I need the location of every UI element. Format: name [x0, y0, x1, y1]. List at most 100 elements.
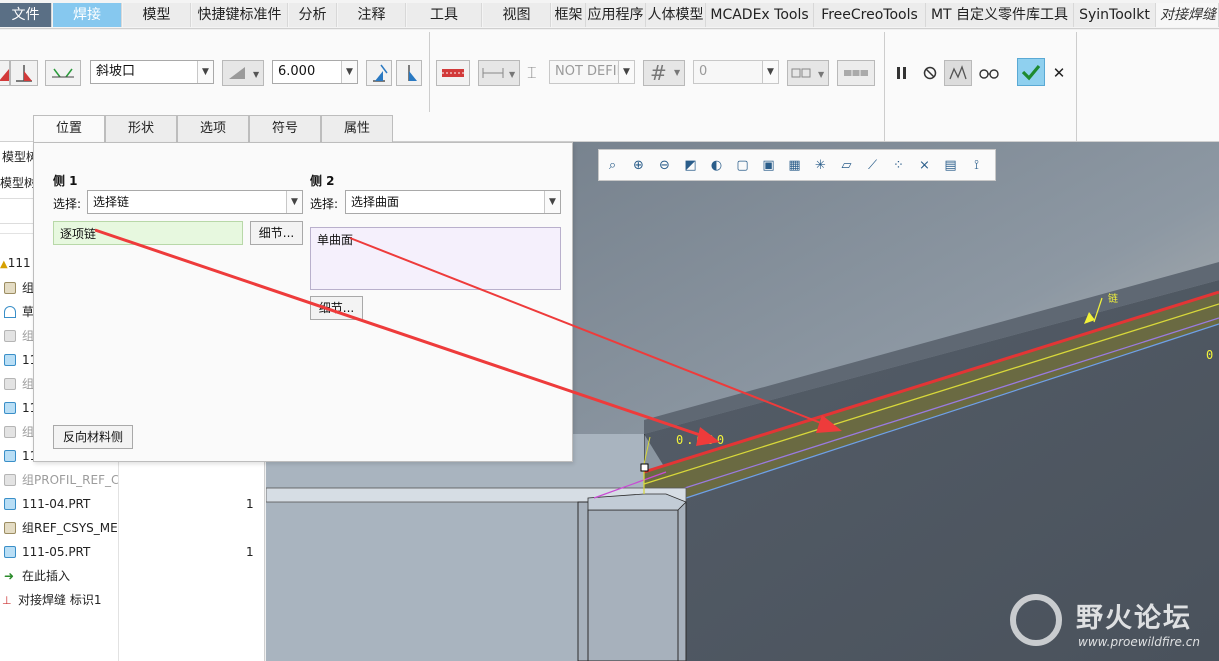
weld-bevel-button[interactable]	[396, 60, 422, 86]
flip-material-side-button[interactable]: 反向材料侧	[53, 425, 133, 449]
tab-placement[interactable]: 位置	[33, 115, 105, 144]
groove-type-button[interactable]	[45, 60, 81, 86]
tree-item-group[interactable]: 组PROFIL_REF_C	[0, 469, 118, 491]
insert-arrow-icon: ➜	[4, 569, 15, 583]
tab-manikin[interactable]: 人体模型	[646, 3, 706, 27]
tree-item-part[interactable]: 111-04.PRT	[0, 493, 118, 515]
tab-weld[interactable]: 焊接	[53, 3, 122, 27]
length-type-dropdown[interactable]: ▼	[478, 60, 520, 86]
side2-collector[interactable]: 单曲面	[310, 227, 561, 290]
tab-annotate[interactable]: 注释	[338, 3, 406, 27]
size-value-input[interactable]: 6.000 ▼	[272, 60, 358, 84]
intermittent-button[interactable]	[837, 60, 875, 86]
tab-file[interactable]: 文件	[0, 3, 52, 27]
size-type-dropdown[interactable]: ▼	[222, 60, 264, 86]
not-defined-value: NOT DEFIN	[555, 64, 627, 79]
flip-weld-button[interactable]	[366, 60, 392, 86]
refit-icon[interactable]: ⌕	[603, 156, 622, 175]
side1-collector[interactable]: 逐项链	[53, 221, 243, 245]
zoom-out-icon[interactable]: ⊖	[655, 156, 674, 175]
tab-properties[interactable]: 属性	[321, 115, 393, 142]
csys-display-icon[interactable]: ⨯	[915, 156, 934, 175]
ribbon-separator	[1076, 32, 1077, 142]
part-icon	[4, 546, 16, 558]
tab-freecreotools[interactable]: FreeCreoTools	[814, 3, 926, 27]
weld-bevel-icon	[408, 65, 417, 81]
tab-applications[interactable]: 应用程序	[586, 3, 646, 27]
weld-type-button-partial[interactable]	[0, 60, 10, 86]
zoom-in-icon[interactable]: ⊕	[629, 156, 648, 175]
perspective-icon[interactable]: ▦	[785, 156, 804, 175]
tab-view[interactable]: 视图	[483, 3, 551, 27]
group-icon	[4, 282, 16, 294]
tab-symbol[interactable]: 符号	[249, 115, 321, 142]
tree-item-count: 1	[246, 497, 254, 511]
reference-dropdown[interactable]: NOT DEFIN ▼	[549, 60, 635, 84]
pitch-icon: ▼	[791, 68, 825, 79]
ok-checkmark-button[interactable]	[1017, 58, 1045, 86]
tab-frame[interactable]: 框架	[552, 3, 586, 27]
tab-analysis[interactable]: 分析	[289, 3, 337, 27]
axis-display-icon[interactable]: ⟋	[863, 156, 882, 175]
glasses-icon	[979, 69, 999, 79]
tab-shape[interactable]: 形状	[105, 115, 177, 142]
side2-select-dropdown[interactable]: 选择曲面 ▼	[345, 190, 561, 214]
svg-text:▼: ▼	[509, 70, 516, 79]
placement-panel: 侧 1 选择: 选择链 ▼ 逐项链 细节... 侧 2 选择: 选择曲面 ▼ 单…	[33, 142, 573, 462]
tree-item-group[interactable]: 组REF_CSYS_ME	[0, 517, 118, 539]
datum-display-icon[interactable]: ✳	[811, 156, 830, 175]
count-input[interactable]: 0 ▼	[693, 60, 779, 84]
close-icon: ✕	[1052, 64, 1066, 82]
side2-details-button[interactable]: 细节...	[310, 296, 363, 320]
repaint-icon[interactable]: ◩	[681, 156, 700, 175]
watermark-title: 野火论坛	[1076, 603, 1192, 634]
tab-mcadex-tools[interactable]: MCADEx Tools	[706, 3, 814, 27]
tree-item-insert-here[interactable]: ➜ 在此插入	[0, 565, 118, 587]
tab-shortcut-standard-parts[interactable]: 快捷键标准件	[192, 3, 288, 27]
warning-icon: ▲	[0, 259, 8, 270]
weld-start-handle	[640, 463, 649, 472]
butt-weld-icon: ⊥	[2, 594, 12, 607]
view-manager-icon[interactable]: ▣	[759, 156, 778, 175]
svg-text:▼: ▼	[818, 70, 825, 79]
tab-mt-custom-library[interactable]: MT 自定义零件库工具	[926, 3, 1074, 27]
weld-side-button[interactable]	[10, 60, 38, 86]
side1-title: 侧 1	[53, 174, 78, 188]
verify-button[interactable]	[976, 60, 1002, 86]
side1-details-button[interactable]: 细节...	[250, 221, 303, 245]
cancel-button[interactable]: ✕	[1049, 60, 1069, 86]
tab-butt-weld-context[interactable]: 对接焊缝	[1156, 3, 1219, 27]
plane-display-icon[interactable]: ▱	[837, 156, 856, 175]
hash-icon: #	[650, 61, 667, 85]
pitch-type-dropdown[interactable]: ▼	[787, 60, 829, 86]
tab-syintoolkit[interactable]: SyinToolkt	[1074, 3, 1156, 27]
side2-select-label: 选择:	[310, 197, 339, 211]
pause-icon	[897, 67, 906, 79]
edge-prep-dropdown[interactable]: 斜坡口 ▼	[90, 60, 214, 84]
groove-icon	[52, 68, 74, 78]
count-type-dropdown[interactable]: # ▼	[643, 60, 685, 86]
tab-options[interactable]: 选项	[177, 115, 249, 142]
dimension-annotation: 0.000	[676, 433, 727, 447]
weld-hatch-button[interactable]	[436, 60, 470, 86]
view-toolbar: ⌕ ⊕ ⊖ ◩ ◐ ▢ ▣ ▦ ✳ ▱ ⟋ ⁘ ⨯ ▤ ⟟	[598, 149, 996, 181]
preview-button[interactable]	[944, 60, 972, 86]
ribbon-separator	[884, 32, 885, 142]
size-type-icon: ▼	[229, 67, 260, 79]
sketch-icon	[4, 306, 16, 318]
point-display-icon[interactable]: ⁘	[889, 156, 908, 175]
display-style-icon[interactable]: ◐	[707, 156, 726, 175]
chevron-down-icon: ▼	[341, 61, 357, 83]
tab-model[interactable]: 模型	[123, 3, 191, 27]
dimension-annotation-right: 0	[1206, 348, 1213, 362]
chevron-down-icon: ▼	[618, 61, 634, 83]
pause-button[interactable]	[892, 60, 912, 86]
side1-select-dropdown[interactable]: 选择链 ▼	[87, 190, 303, 214]
tree-item-part[interactable]: 111-05.PRT	[0, 541, 118, 563]
no-preview-button[interactable]	[920, 60, 940, 86]
tree-item-butt-weld[interactable]: ⊥ 对接焊缝 标识1	[0, 589, 120, 611]
tab-tools[interactable]: 工具	[407, 3, 482, 27]
saved-views-icon[interactable]: ▢	[733, 156, 752, 175]
annotation-display-icon[interactable]: ▤	[941, 156, 960, 175]
spin-center-icon[interactable]: ⟟	[967, 156, 986, 175]
